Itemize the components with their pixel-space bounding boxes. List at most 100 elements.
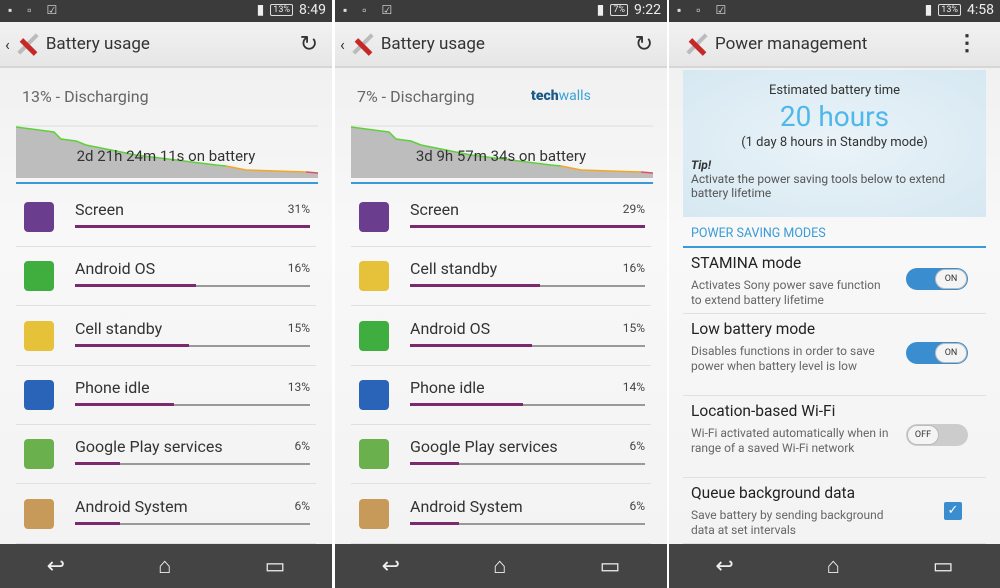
battery-usage-item[interactable]: Phone idle 14% xyxy=(351,366,651,425)
notification-icons: ▪ ▫ ☑ xyxy=(8,3,64,17)
navigation-bar: ↩ ⌂ ▭ xyxy=(669,544,1000,588)
notification-icons: ▪ ▫ ☑ xyxy=(343,3,399,17)
android-os-icon xyxy=(359,320,389,351)
battery-status: 7% - Discharging xyxy=(357,87,475,106)
battery-icon: 13% xyxy=(938,4,961,16)
home-icon[interactable]: ⌂ xyxy=(827,553,840,579)
usage-bar-fill xyxy=(410,225,645,228)
estimated-battery-panel: Estimated battery time 20 hours (1 day 8 h… xyxy=(683,70,986,217)
mode-description: Activates Sony power save function to ex… xyxy=(691,278,881,307)
usage-bar xyxy=(410,225,645,228)
usage-bar xyxy=(410,462,645,466)
settings-tools-icon xyxy=(14,31,40,57)
toggle-switch[interactable]: OFF xyxy=(906,424,968,446)
battery-usage-item[interactable]: Phone idle 13% xyxy=(16,366,316,425)
usage-bar xyxy=(410,402,645,406)
home-icon[interactable]: ⌂ xyxy=(493,553,506,579)
recents-icon[interactable]: ▭ xyxy=(933,554,954,579)
item-percent: 6% xyxy=(629,439,645,454)
palette-icon xyxy=(24,498,54,529)
home-icon[interactable]: ⌂ xyxy=(158,553,171,579)
time-on-battery: 2d 21h 24m 11s on battery xyxy=(76,147,256,165)
back-icon[interactable]: ↩ xyxy=(382,554,400,579)
toggle-knob: ON xyxy=(935,343,967,363)
screen-icon xyxy=(24,202,54,232)
estimate-heading: Estimated battery time xyxy=(768,83,901,98)
battery-usage-item[interactable]: Google Play services 6% xyxy=(351,425,651,485)
usage-bar-fill xyxy=(410,462,459,466)
usage-bar-fill xyxy=(75,343,189,347)
battery-usage-item[interactable]: Android System 6% xyxy=(351,485,651,544)
mode-title: Queue background data xyxy=(691,484,855,502)
checkbox[interactable]: ✓ xyxy=(944,502,962,520)
toggle-switch[interactable]: ON xyxy=(906,268,968,290)
item-percent: 16% xyxy=(622,261,645,276)
toggle-knob: ON xyxy=(935,269,967,289)
usage-bar-fill xyxy=(75,284,197,288)
back-icon[interactable]: ↩ xyxy=(47,554,65,579)
refresh-icon[interactable]: ↻ xyxy=(300,32,318,57)
action-bar: ‹ Battery usage ↻ xyxy=(335,22,667,68)
back-icon[interactable]: ↩ xyxy=(715,554,733,579)
battery-usage-item[interactable]: Screen 29% xyxy=(351,188,651,247)
item-percent: 29% xyxy=(622,202,645,216)
battery-usage-item[interactable]: Cell standby 15% xyxy=(16,307,316,366)
recents-icon[interactable]: ▭ xyxy=(600,554,621,579)
battery-line-low xyxy=(640,171,653,174)
usage-bar xyxy=(75,284,310,288)
item-name: Android System xyxy=(410,496,523,516)
battery-usage-item[interactable]: Cell standby 16% xyxy=(351,247,651,307)
item-percent: 31% xyxy=(287,202,310,216)
back-chevron-icon[interactable]: ‹ xyxy=(5,35,10,54)
toggle-switch[interactable]: ON xyxy=(906,342,968,364)
power-saving-mode-item[interactable]: Location-based Wi-Fi Wi-Fi activated auto… xyxy=(683,396,986,478)
page-title: Battery usage xyxy=(45,34,150,54)
usage-bar-fill xyxy=(75,462,121,466)
clock: 9:22 xyxy=(634,2,661,18)
usage-bar xyxy=(410,284,645,288)
estimate-value: 20 hours xyxy=(779,100,890,133)
overflow-menu-icon[interactable]: ⋮ xyxy=(956,33,978,55)
recents-icon[interactable]: ▭ xyxy=(265,554,286,579)
battery-usage-item[interactable]: Android System 6% xyxy=(16,485,316,544)
usage-bar-fill xyxy=(410,284,540,288)
item-percent: 16% xyxy=(287,261,310,276)
usage-bar-fill xyxy=(75,521,121,525)
usage-bar-fill xyxy=(410,402,524,406)
item-name: Screen xyxy=(410,200,459,219)
notification-icons: ▪ ▫ ☑ xyxy=(677,3,733,17)
mode-title: Location-based Wi-Fi xyxy=(691,402,836,420)
action-bar: ‹ Battery usage ↻ xyxy=(0,22,332,68)
sim-card-icon xyxy=(24,320,54,351)
google-play-services-icon xyxy=(359,439,389,470)
status-bar: ▪ ▫ ☑ ▮ 13% 8:49 xyxy=(0,0,332,22)
battery-usage-item[interactable]: Android OS 15% xyxy=(351,307,651,366)
item-name: Android OS xyxy=(75,259,156,279)
power-saving-mode-item[interactable]: STAMINA mode Activates Sony power save fu… xyxy=(683,248,986,314)
item-name: Cell standby xyxy=(75,318,163,338)
battery-line-low xyxy=(305,171,318,174)
mode-description: Wi-Fi activated automatically when in ra… xyxy=(691,426,889,455)
mode-title: STAMINA mode xyxy=(691,254,802,272)
google-play-services-icon xyxy=(24,439,54,470)
back-chevron-icon[interactable]: ‹ xyxy=(340,35,345,54)
page-title: Battery usage xyxy=(380,34,485,54)
item-name: Cell standby xyxy=(410,259,498,279)
mode-description: Disables functions in order to save powe… xyxy=(691,344,875,373)
item-name: Google Play services xyxy=(410,437,558,457)
signal-icon: ▮ xyxy=(924,2,933,18)
power-saving-mode-item[interactable]: Low battery mode Disables functions in or… xyxy=(683,314,986,396)
tip-label: Tip! xyxy=(691,158,711,172)
battery-usage-item[interactable]: Google Play services 6% xyxy=(16,425,316,485)
standby-estimate: (1 day 8 hours in Standby mode) xyxy=(741,135,928,150)
status-bar: ▪ ▫ ☑ ▮ 7% 9:22 xyxy=(335,0,667,22)
phone-icon xyxy=(359,379,389,410)
navigation-bar: ↩ ⌂ ▭ xyxy=(335,544,667,588)
battery-usage-item[interactable]: Android OS 16% xyxy=(16,247,316,307)
refresh-icon[interactable]: ↻ xyxy=(635,32,653,57)
battery-usage-item[interactable]: Screen 31% xyxy=(16,188,316,247)
section-header: POWER SAVING MODES xyxy=(691,226,826,241)
power-saving-mode-item[interactable]: Queue background data Save battery by sen… xyxy=(683,478,986,544)
usage-bar xyxy=(75,343,310,347)
usage-bar xyxy=(75,462,310,466)
